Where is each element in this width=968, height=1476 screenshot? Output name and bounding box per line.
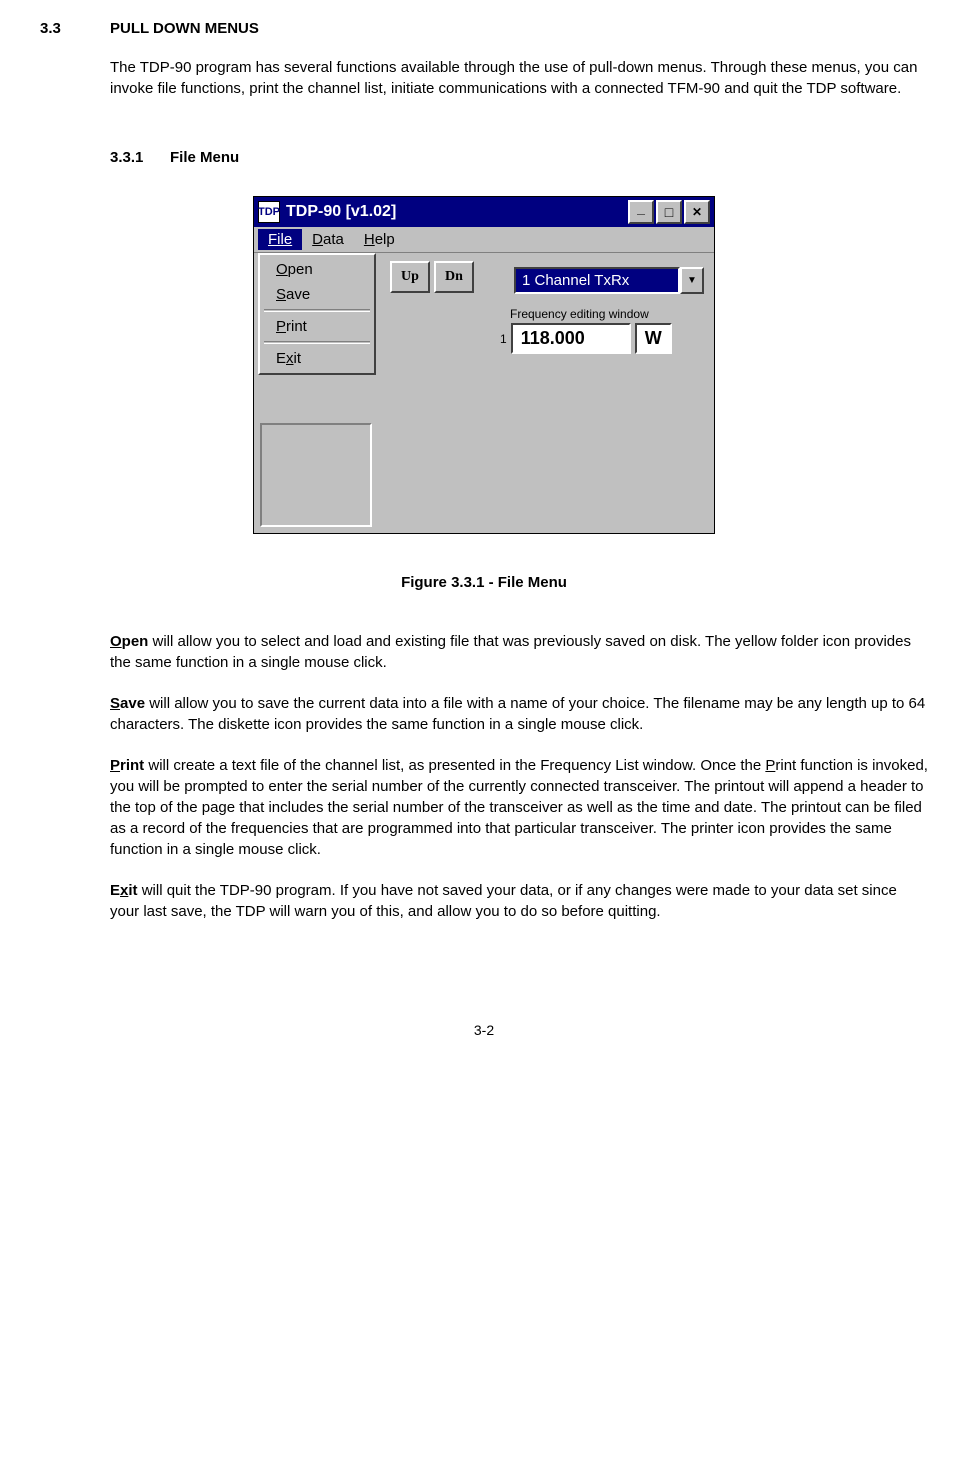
channel-combo[interactable]: 1 Channel TxRx ▼ (514, 267, 704, 294)
menu-separator (264, 309, 370, 312)
menu-file-label: File (268, 231, 292, 248)
print-paragraph: Print will create a text file of the cha… (110, 755, 928, 860)
screenshot-window: TDP TDP-90 [v1.02] File Data Help Open S… (253, 196, 715, 534)
menu-data[interactable]: Data (302, 229, 354, 250)
close-button[interactable] (684, 200, 710, 224)
open-paragraph: Open will allow you to select and load a… (110, 631, 928, 673)
app-icon: TDP (258, 201, 280, 223)
menu-item-open[interactable]: Open (262, 257, 372, 282)
tooltip-text: Frequency editing window (510, 307, 704, 321)
minimize-button[interactable] (628, 200, 654, 224)
section-number: 3.3 (40, 20, 110, 37)
section-title: PULL DOWN MENUS (110, 20, 928, 37)
menu-item-print[interactable]: Print (262, 314, 372, 339)
inner-panel (260, 423, 372, 527)
page-number: 3-2 (40, 1022, 928, 1038)
window-title: TDP-90 [v1.02] (286, 203, 628, 221)
exit-paragraph: Exit will quit the TDP-90 program. If yo… (110, 880, 928, 922)
menu-file[interactable]: File (258, 229, 302, 250)
menu-data-label: Data (312, 231, 344, 248)
menu-help-label: Help (364, 231, 395, 248)
save-paragraph: Save will allow you to save the current … (110, 693, 928, 735)
freq-mode: W (635, 323, 672, 354)
freq-index: 1 (500, 332, 507, 346)
menubar: File Data Help (254, 227, 714, 253)
dn-button[interactable]: Dn (434, 261, 474, 293)
subsection-number: 3.3.1 (110, 149, 170, 166)
menu-help[interactable]: Help (354, 229, 405, 250)
dropdown-arrow-icon[interactable]: ▼ (680, 267, 704, 294)
subsection-title: File Menu (170, 149, 239, 166)
up-button[interactable]: Up (390, 261, 430, 293)
titlebar: TDP TDP-90 [v1.02] (254, 197, 714, 227)
frequency-input[interactable]: 118.000 (511, 323, 631, 354)
file-dropdown: Open Save Print Exit (258, 253, 376, 375)
menu-separator (264, 341, 370, 344)
menu-item-exit[interactable]: Exit (262, 346, 372, 371)
menu-item-save[interactable]: Save (262, 282, 372, 307)
intro-paragraph: The TDP-90 program has several functions… (110, 57, 928, 99)
figure-caption: Figure 3.3.1 - File Menu (40, 574, 928, 591)
maximize-button[interactable] (656, 200, 682, 224)
combo-value: 1 Channel TxRx (514, 267, 680, 294)
